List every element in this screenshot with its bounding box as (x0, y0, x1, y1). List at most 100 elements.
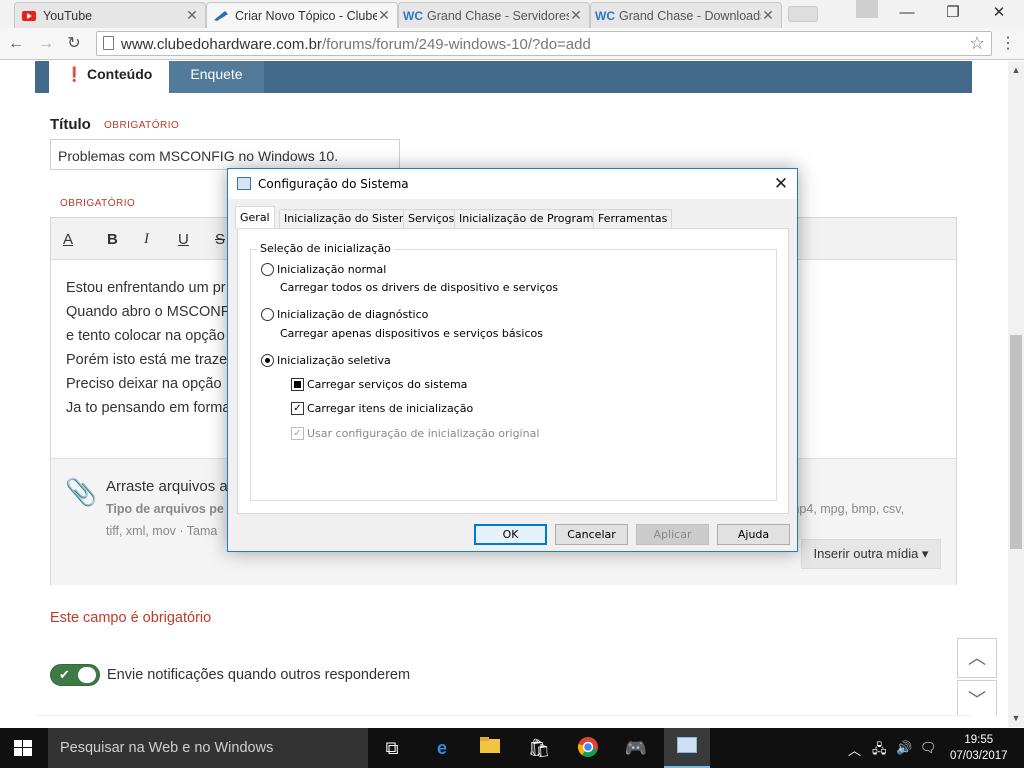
notify-toggle[interactable]: ✔ (50, 664, 100, 686)
upload-types-text-right: mp4, mpg, bmp, csv, (789, 502, 905, 516)
browser-tab-grandchase-servers[interactable]: WC Grand Chase - Servidores | ✕ (398, 2, 590, 28)
edge-icon[interactable]: e (430, 736, 454, 760)
title-label: Título (50, 116, 91, 133)
required-badge: OBRIGATÓRIO (60, 198, 136, 209)
page-scrollbar[interactable]: ▲ ▼ (1008, 61, 1024, 727)
bold-button[interactable]: B (107, 231, 118, 248)
group-label: Seleção de inicialização (257, 242, 394, 255)
check-icon: ✔ (59, 667, 70, 682)
task-view-icon[interactable]: ⧉ (380, 736, 404, 760)
strikethrough-button[interactable]: S (215, 231, 225, 248)
editor-line: Porém isto está me traze (66, 352, 228, 368)
radio-diagnostic-startup[interactable] (261, 308, 274, 321)
taskbar-search[interactable]: Pesquisar na Web e no Windows (48, 728, 368, 768)
checkbox-original-boot-config-label: Usar configuração de inicialização origi… (307, 427, 540, 440)
tab-title: Criar Novo Tópico - Clube (235, 8, 377, 23)
close-tab-icon[interactable]: ✕ (377, 7, 391, 24)
normal-description: Carregar todos os drivers de dispositivo… (280, 281, 559, 294)
help-button[interactable]: Ajuda (717, 524, 790, 545)
close-tab-icon[interactable]: ✕ (569, 7, 583, 24)
volume-icon[interactable]: 🔊 (896, 740, 912, 756)
radio-normal-startup[interactable] (261, 263, 274, 276)
restore-icon[interactable]: ❐ (930, 0, 976, 26)
scrollbar-thumb[interactable] (1010, 335, 1022, 549)
msconfig-taskbar-icon (677, 737, 697, 753)
paperclip-icon: 📎 (65, 477, 98, 507)
toggle-knob (78, 667, 96, 683)
minimize-icon[interactable]: — (884, 0, 930, 26)
notifications-icon[interactable]: 🗨 (920, 740, 937, 756)
font-color-button[interactable]: A (63, 231, 73, 248)
scroll-up-arrow-icon[interactable]: ▲ (1008, 63, 1024, 77)
store-icon[interactable]: 🛍 (527, 736, 551, 760)
back-arrow-icon[interactable]: ← (6, 34, 26, 54)
dialog-tab-tools[interactable]: Ferramentas (593, 209, 673, 228)
reload-icon[interactable]: ↻ (64, 34, 84, 54)
tab-title: Grand Chase - Servidores | (427, 8, 569, 23)
tab-content[interactable]: ❗ Conteúdo (49, 61, 169, 93)
new-tab-button[interactable] (788, 6, 818, 22)
dialog-tab-startup[interactable]: Inicialização de Programas (454, 209, 611, 228)
show-hidden-icons-icon[interactable]: ︿ (848, 740, 861, 759)
editor-body[interactable]: Estou enfrentando um pr Quando abro o MS… (66, 276, 230, 420)
browser-toolbar: ← → ↻ www.clubedohardware.com.br/forums/… (0, 28, 1024, 60)
close-tab-icon[interactable]: ✕ (185, 7, 199, 24)
dialog-tab-boot[interactable]: Inicialização do Sistema (279, 209, 422, 228)
bookmark-star-icon[interactable]: ☆ (969, 33, 985, 54)
radio-selective-label[interactable]: Inicialização seletiva (277, 354, 391, 367)
address-bar[interactable]: www.clubedohardware.com.br/forums/forum/… (96, 31, 992, 56)
radio-selective-startup[interactable] (261, 354, 274, 367)
editor-line: e tento colocar na opção (66, 328, 225, 344)
editor-line: Estou enfrentando um pr (66, 280, 226, 296)
form-tabs: ❗ Conteúdo Enquete (35, 61, 972, 93)
field-required-error: Este campo é obrigatório (50, 610, 212, 626)
taskbar-clock[interactable]: 19:55 07/03/2017 (950, 732, 1008, 764)
browser-tab-youtube[interactable]: YouTube ✕ (14, 2, 206, 28)
insert-media-button[interactable]: Inserir outra mídia ▾ (801, 539, 941, 569)
scroll-up-button[interactable]: ︿ (957, 638, 997, 678)
tab-poll[interactable]: Enquete (169, 61, 264, 93)
diagnostic-description: Carregar apenas dispositivos e serviços … (280, 327, 543, 340)
file-explorer-icon[interactable] (478, 736, 502, 760)
tab-title: Grand Chase - Downloads (619, 8, 761, 23)
msconfig-dialog: Configuração do Sistema ✕ Geral Iniciali… (227, 168, 798, 552)
ok-button[interactable]: OK (474, 524, 547, 545)
notify-label: Envie notificações quando outros respond… (107, 667, 411, 683)
close-tab-icon[interactable]: ✕ (761, 7, 775, 24)
chrome-menu-icon[interactable]: ⋮ (998, 34, 1018, 54)
taskbar-msconfig-active[interactable] (664, 728, 710, 768)
search-placeholder: Pesquisar na Web e no Windows (60, 740, 274, 756)
checkbox-original-boot-config: ✓ (291, 427, 304, 440)
dialog-tab-general[interactable]: Geral (235, 206, 275, 229)
dialog-tab-services[interactable]: Serviços (403, 209, 460, 228)
chrome-icon[interactable] (576, 736, 600, 760)
clock-time: 19:55 (964, 734, 994, 746)
close-window-icon[interactable]: ✕ (976, 0, 1022, 26)
wc-icon: WC (595, 8, 615, 23)
gamepad-icon[interactable]: 🎮 (624, 736, 648, 760)
radio-diagnostic-label[interactable]: Inicialização de diagnóstico (277, 308, 428, 321)
checkbox-load-startup-items-label[interactable]: Carregar itens de inicialização (307, 402, 473, 415)
checkbox-load-services[interactable] (291, 378, 304, 391)
title-input[interactable]: Problemas com MSCONFIG no Windows 10. (50, 139, 400, 170)
apply-button: Aplicar (636, 524, 709, 545)
scroll-down-arrow-icon[interactable]: ▼ (1008, 711, 1024, 725)
italic-button[interactable]: I (144, 231, 149, 248)
radio-normal-label[interactable]: Inicialização normal (277, 263, 386, 276)
windows-start-icon[interactable] (14, 740, 32, 756)
upload-types-text-2: tiff, xml, mov · Tama (106, 524, 218, 538)
dialog-titlebar[interactable]: Configuração do Sistema ✕ (228, 169, 797, 199)
checkbox-load-startup-items[interactable]: ✓ (291, 402, 304, 415)
scroll-down-button[interactable]: ﹀ (957, 680, 997, 716)
underline-button[interactable]: U (178, 231, 189, 248)
editor-line: Quando abro o MSCONF (66, 304, 230, 320)
dialog-close-icon[interactable]: ✕ (766, 172, 796, 196)
cancel-button[interactable]: Cancelar (555, 524, 628, 545)
user-profile-button[interactable] (856, 0, 878, 18)
browser-tab-grandchase-downloads[interactable]: WC Grand Chase - Downloads ✕ (590, 2, 782, 28)
checkbox-load-services-label[interactable]: Carregar serviços do sistema (307, 378, 467, 391)
network-icon[interactable]: 🖧 (872, 740, 887, 762)
forward-arrow-icon[interactable]: → (36, 34, 56, 54)
required-badge: OBRIGATÓRIO (104, 120, 180, 131)
browser-tab-clubedohardware[interactable]: Criar Novo Tópico - Clube ✕ (206, 2, 398, 28)
